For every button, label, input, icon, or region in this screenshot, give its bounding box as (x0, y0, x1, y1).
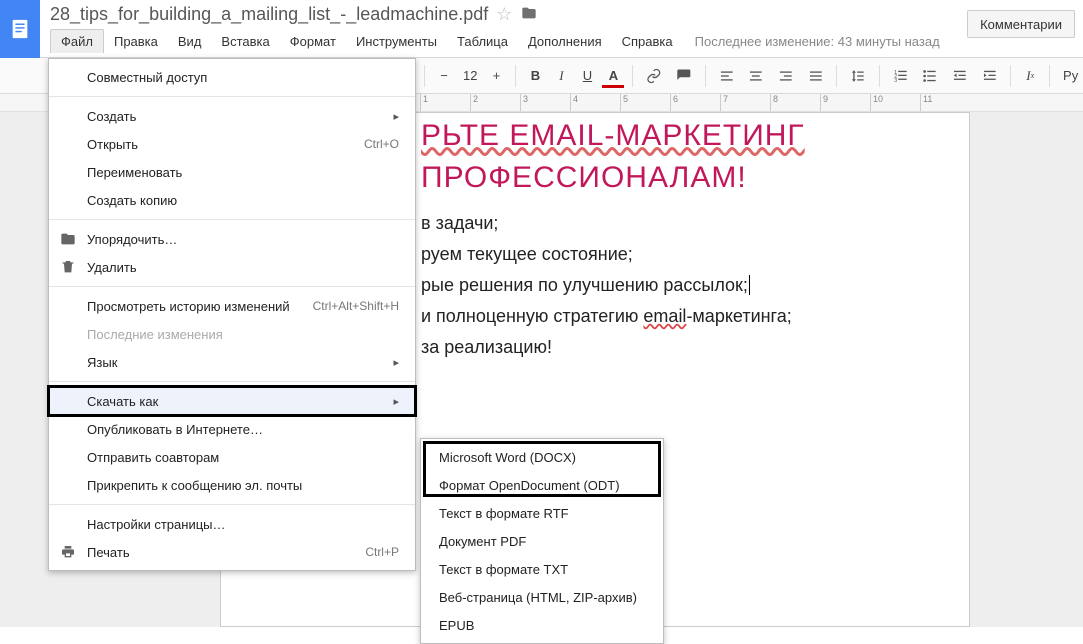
doc-line: за реализацию! (421, 337, 929, 358)
underline-button[interactable]: U (576, 64, 598, 88)
ruler-tick: 7 (720, 94, 770, 111)
menu-delete[interactable]: Удалить (49, 253, 415, 281)
bold-button[interactable]: B (524, 64, 546, 88)
menu-edit[interactable]: Правка (104, 30, 168, 53)
line-spacing-icon[interactable] (845, 64, 871, 88)
align-left-icon[interactable] (714, 64, 740, 88)
folder-icon (59, 230, 77, 248)
menu-separator (49, 381, 415, 382)
doc-line: и полноценную стратегию email-маркетинга… (421, 306, 929, 327)
doc-line: рые решения по улучшению рассылок; (421, 275, 929, 296)
clear-formatting-icon[interactable]: Ix (1019, 64, 1041, 88)
menu-recent-changes: Последние изменения (49, 320, 415, 348)
menu-file[interactable]: Файл (50, 29, 104, 53)
menu-email-attachment[interactable]: Прикрепить к сообщению эл. почты (49, 471, 415, 499)
star-icon[interactable]: ☆ (496, 4, 512, 25)
menu-publish[interactable]: Опубликовать в Интернете… (49, 415, 415, 443)
last-edit-label[interactable]: Последнее изменение: 43 минуты назад (695, 34, 940, 49)
app-header: 28_tips_for_building_a_mailing_list_-_le… (0, 0, 1083, 58)
menu-language[interactable]: Язык▸ (49, 348, 415, 376)
menu-organize[interactable]: Упорядочить… (49, 225, 415, 253)
comments-button[interactable]: Комментарии (967, 10, 1075, 38)
download-html[interactable]: Веб-страница (HTML, ZIP-архив) (421, 583, 663, 611)
insert-comment-icon[interactable] (671, 64, 697, 88)
menu-download-as[interactable]: Скачать как▸ (49, 387, 415, 415)
doc-line: руем текущее состояние; (421, 244, 929, 265)
ruler-tick: 5 (620, 94, 670, 111)
toolbar-separator (879, 65, 880, 87)
menu-separator (49, 96, 415, 97)
menu-table[interactable]: Таблица (447, 30, 518, 53)
ruler-tick: 10 (870, 94, 920, 111)
ruler-tick: 6 (670, 94, 720, 111)
menu-rename[interactable]: Переименовать (49, 158, 415, 186)
ruler-tick: 9 (820, 94, 870, 111)
download-epub[interactable]: EPUB (421, 611, 663, 639)
toolbar-separator (515, 65, 516, 87)
toolbar-separator (705, 65, 706, 87)
title-area: 28_tips_for_building_a_mailing_list_-_le… (40, 0, 967, 53)
menu-help[interactable]: Справка (612, 30, 683, 53)
indent-icon[interactable] (977, 64, 1003, 88)
menu-bar: Файл Правка Вид Вставка Формат Инструмен… (50, 29, 959, 53)
align-justify-icon[interactable] (803, 64, 829, 88)
menu-tools[interactable]: Инструменты (346, 30, 447, 53)
toolbar-separator (632, 65, 633, 87)
document-title[interactable]: 28_tips_for_building_a_mailing_list_-_le… (50, 4, 488, 25)
ruler-tick: 11 (920, 94, 970, 111)
menu-new[interactable]: Создать▸ (49, 102, 415, 130)
svg-text:3: 3 (894, 77, 897, 83)
text-color-button[interactable]: A (602, 64, 624, 88)
toolbar-separator (1049, 65, 1050, 87)
download-pdf[interactable]: Документ PDF (421, 527, 663, 555)
doc-heading-2: ПРОФЕССИОНАЛАМ! (421, 161, 929, 195)
ruler-tick: 2 (470, 94, 520, 111)
doc-heading-1: РЬТЕ EMAIL‑МАРКЕТИНГ (421, 119, 929, 153)
menu-print[interactable]: ПечатьCtrl+P (49, 538, 415, 566)
menu-format[interactable]: Формат (280, 30, 346, 53)
menu-make-copy[interactable]: Создать копию (49, 186, 415, 214)
menu-separator (49, 504, 415, 505)
ruler-tick: 1 (420, 94, 470, 111)
outdent-icon[interactable] (947, 64, 973, 88)
font-size-dec-icon[interactable]: − (433, 64, 455, 88)
file-menu-dropdown: Совместный доступ Создать▸ ОткрытьCtrl+O… (48, 58, 416, 571)
ruler-tick: 3 (520, 94, 570, 111)
menu-page-setup[interactable]: Настройки страницы… (49, 510, 415, 538)
align-center-icon[interactable] (743, 64, 769, 88)
download-rtf[interactable]: Текст в формате RTF (421, 499, 663, 527)
download-odt[interactable]: Формат OpenDocument (ODT) (421, 471, 663, 499)
font-size-value[interactable]: 12 (459, 68, 481, 83)
ruler-tick: 8 (770, 94, 820, 111)
menu-addons[interactable]: Дополнения (518, 30, 612, 53)
trash-icon (59, 258, 77, 276)
menu-view[interactable]: Вид (168, 30, 212, 53)
menu-separator (49, 286, 415, 287)
menu-share[interactable]: Совместный доступ (49, 63, 415, 91)
folder-icon[interactable] (520, 5, 538, 24)
menu-history[interactable]: Просмотреть историю измененийCtrl+Alt+Sh… (49, 292, 415, 320)
doc-line: в задачи; (421, 213, 929, 234)
toolbar-separator (1010, 65, 1011, 87)
spellcheck-button[interactable]: Ру (1058, 64, 1083, 88)
menu-open[interactable]: ОткрытьCtrl+O (49, 130, 415, 158)
bullet-list-icon[interactable] (917, 64, 943, 88)
italic-button[interactable]: I (550, 64, 572, 88)
menu-insert[interactable]: Вставка (211, 30, 279, 53)
align-right-icon[interactable] (773, 64, 799, 88)
numbered-list-icon[interactable]: 123 (888, 64, 914, 88)
toolbar-separator (836, 65, 837, 87)
toolbar-separator (424, 65, 425, 87)
docs-logo-icon[interactable] (0, 0, 40, 58)
menu-separator (49, 219, 415, 220)
ruler-tick: 4 (570, 94, 620, 111)
download-txt[interactable]: Текст в формате TXT (421, 555, 663, 583)
download-as-submenu: Microsoft Word (DOCX) Формат OpenDocumen… (420, 438, 664, 644)
font-size-inc-icon[interactable]: + (485, 64, 507, 88)
print-icon (59, 543, 77, 561)
insert-link-icon[interactable] (641, 64, 667, 88)
download-docx[interactable]: Microsoft Word (DOCX) (421, 443, 663, 471)
menu-email-collaborators[interactable]: Отправить соавторам (49, 443, 415, 471)
